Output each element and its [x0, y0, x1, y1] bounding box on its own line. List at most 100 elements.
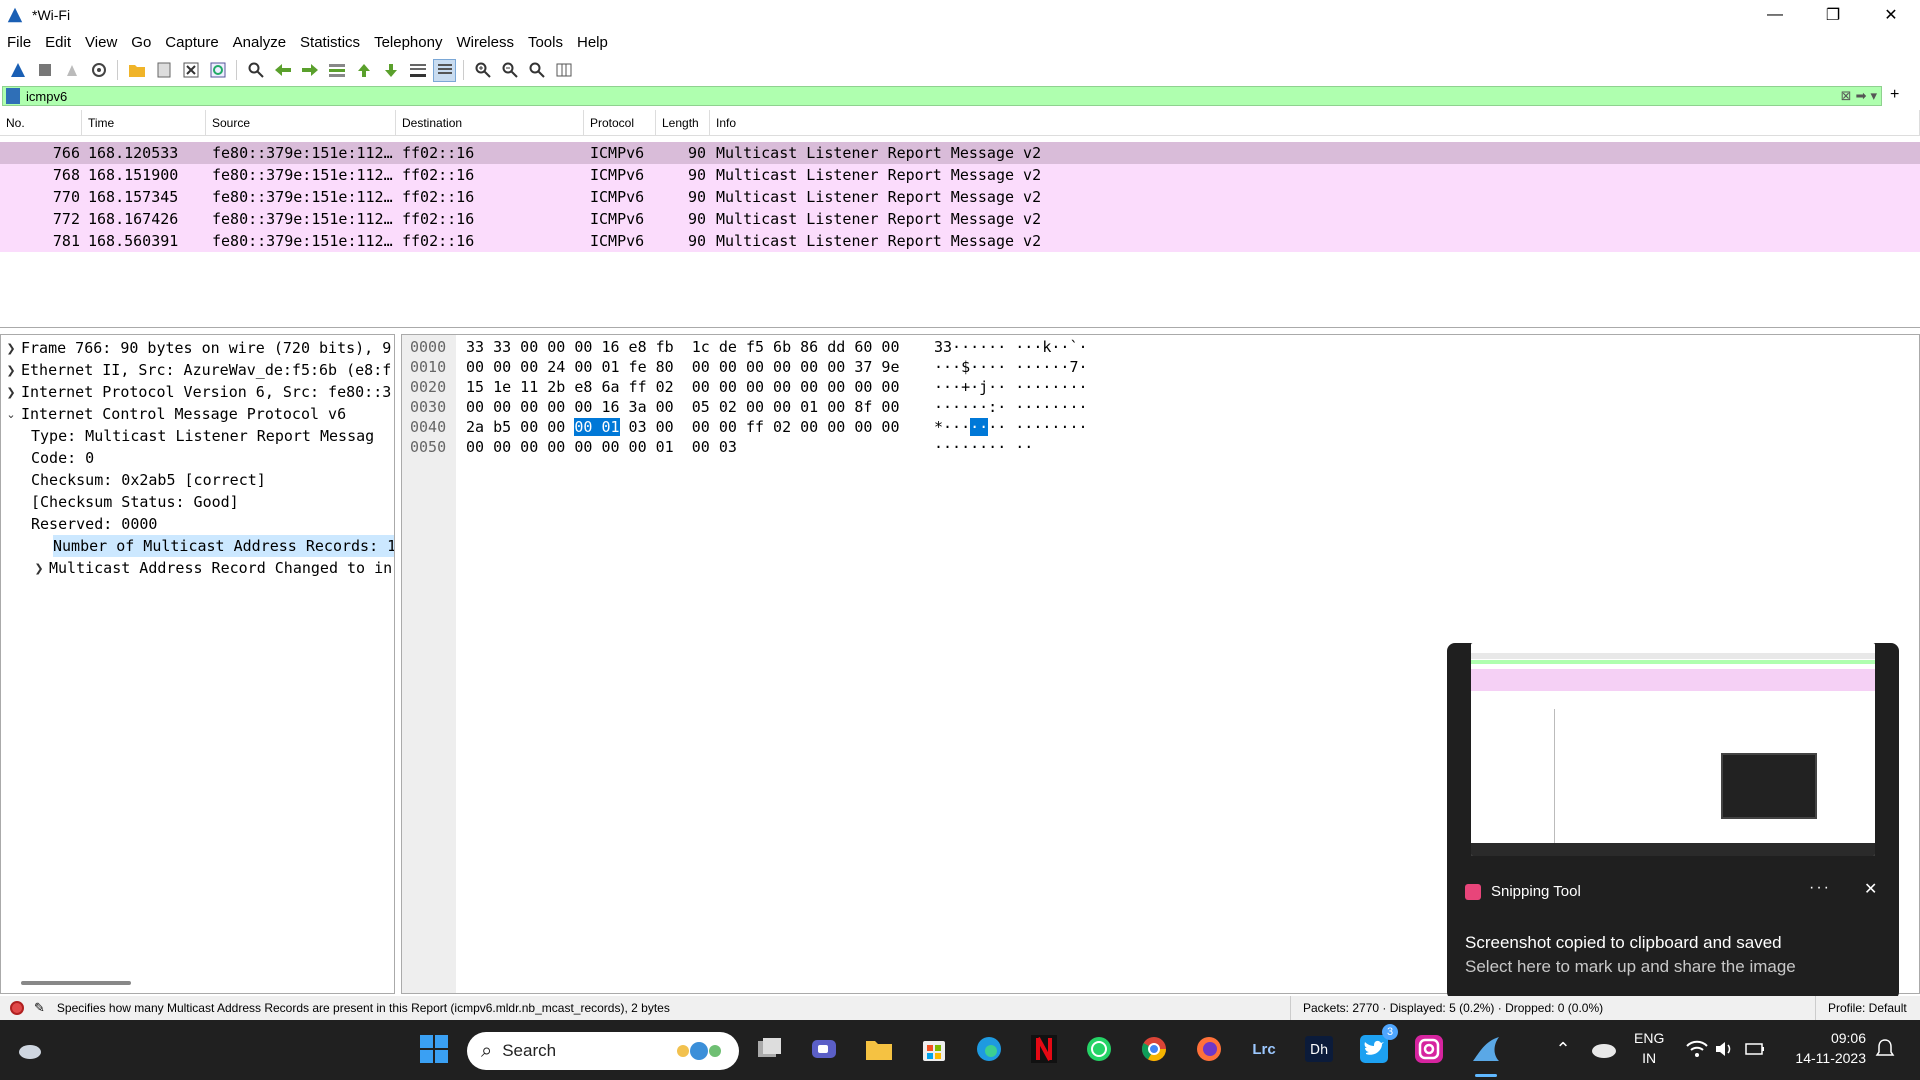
edge-browser-icon[interactable] — [972, 1032, 1006, 1066]
menu-edit[interactable]: Edit — [38, 34, 78, 51]
hex-bytes[interactable]: 00 00 00 00 00 00 00 01 00 03 — [466, 438, 926, 456]
tree-item-code[interactable]: Code: 0 — [1, 447, 394, 469]
column-time[interactable]: Time — [82, 110, 206, 135]
more-options-icon[interactable]: ··· — [1809, 879, 1831, 897]
menu-go[interactable]: Go — [124, 34, 158, 51]
column-info[interactable]: Info — [710, 110, 1920, 135]
column-destination[interactable]: Destination — [396, 110, 584, 135]
table-row[interactable]: 768 168.151900 fe80::379e:151e:112… ff02… — [0, 164, 1920, 186]
normal-size-icon[interactable] — [525, 59, 548, 82]
menu-statistics[interactable]: Statistics — [293, 34, 367, 51]
hex-bytes[interactable]: 15 1e 11 2b e8 6a ff 02 00 00 00 00 00 0… — [466, 378, 926, 396]
clear-filter-icon[interactable]: ⊠ — [1841, 88, 1852, 104]
capture-options-icon[interactable] — [87, 59, 110, 82]
screenshot-thumbnail[interactable] — [1471, 643, 1875, 856]
ascii-bytes[interactable]: ···$···· ······7· — [934, 358, 1088, 376]
first-packet-icon[interactable] — [352, 59, 375, 82]
go-back-icon[interactable] — [271, 59, 294, 82]
save-file-icon[interactable] — [152, 59, 175, 82]
display-filter-input[interactable]: icmpv6 — [26, 89, 67, 104]
hex-bytes[interactable]: 2a b5 00 00 00 01 03 00 00 00 ff 02 00 0… — [466, 418, 926, 436]
zoom-in-icon[interactable] — [471, 59, 494, 82]
menu-wireless[interactable]: Wireless — [449, 34, 521, 51]
tree-item-ethernet[interactable]: ❯ Ethernet II, Src: AzureWav_de:f5:6b (e8… — [1, 359, 394, 381]
menu-telephony[interactable]: Telephony — [367, 34, 449, 51]
chevron-right-icon[interactable]: ❯ — [1, 364, 21, 377]
hex-bytes[interactable]: 00 00 00 00 00 16 3a 00 05 02 00 00 01 0… — [466, 398, 926, 416]
menu-help[interactable]: Help — [570, 34, 615, 51]
whatsapp-icon[interactable] — [1082, 1032, 1116, 1066]
filter-dropdown-icon[interactable]: ▾ — [1870, 88, 1877, 104]
table-row[interactable]: 766 168.120533 fe80::379e:151e:112… ff02… — [0, 142, 1920, 164]
chevron-down-icon[interactable]: ⌄ — [1, 408, 21, 421]
expert-info-icon[interactable] — [10, 1001, 24, 1015]
volume-icon[interactable] — [1708, 1032, 1742, 1066]
firefox-icon[interactable] — [1192, 1032, 1226, 1066]
chevron-right-icon[interactable]: ❯ — [1, 386, 21, 399]
language-indicator[interactable]: ENG IN — [1634, 1028, 1664, 1068]
close-icon[interactable]: ✕ — [1864, 879, 1877, 899]
profile-label[interactable]: Profile: Default — [1815, 996, 1907, 1020]
restore-button[interactable]: ❐ — [1804, 0, 1862, 29]
snipping-tool-notification[interactable]: Snipping Tool ··· ✕ Screenshot copied to… — [1447, 643, 1899, 1000]
autoscroll-icon[interactable] — [406, 59, 429, 82]
menu-file[interactable]: File — [0, 34, 38, 51]
apply-filter-icon[interactable]: ➡ — [1856, 88, 1867, 104]
battery-icon[interactable] — [1738, 1032, 1772, 1066]
open-file-icon[interactable] — [125, 59, 148, 82]
ascii-bytes[interactable]: *······· ········ — [934, 418, 1088, 436]
menu-capture[interactable]: Capture — [158, 34, 225, 51]
colorize-icon[interactable] — [433, 58, 456, 82]
notifications-bell-icon[interactable] — [1868, 1032, 1902, 1066]
wireshark-taskbar-icon[interactable] — [1469, 1032, 1503, 1066]
taskbar-search[interactable]: ⌕ Search — [467, 1032, 739, 1070]
file-explorer-icon[interactable] — [862, 1032, 896, 1066]
reload-file-icon[interactable] — [206, 59, 229, 82]
tree-item-checksum-status[interactable]: [Checksum Status: Good] — [1, 491, 394, 513]
show-hidden-icons-icon[interactable]: ⌃ — [1546, 1032, 1580, 1066]
ascii-bytes[interactable]: ······:· ········ — [934, 398, 1088, 416]
tree-item-type[interactable]: Type: Multicast Listener Report Messag — [1, 425, 394, 447]
chevron-right-icon[interactable]: ❯ — [29, 562, 49, 575]
instagram-icon[interactable] — [1412, 1032, 1446, 1066]
onedrive-icon[interactable] — [1586, 1032, 1620, 1066]
find-packet-icon[interactable] — [244, 59, 267, 82]
minimize-button[interactable]: — — [1746, 0, 1804, 29]
system-clock[interactable]: 09:06 14-11-2023 — [1786, 1028, 1866, 1068]
chevron-right-icon[interactable]: ❯ — [1, 342, 21, 355]
netflix-icon[interactable] — [1027, 1032, 1061, 1066]
chrome-icon[interactable] — [1137, 1032, 1171, 1066]
close-file-icon[interactable] — [179, 59, 202, 82]
dh-app-icon[interactable]: Dh — [1302, 1032, 1336, 1066]
stop-capture-icon[interactable] — [33, 59, 56, 82]
tree-item-checksum[interactable]: Checksum: 0x2ab5 [correct] — [1, 469, 394, 491]
tree-item-ipv6[interactable]: ❯ Internet Protocol Version 6, Src: fe80:… — [1, 381, 394, 403]
menu-view[interactable]: View — [78, 34, 124, 51]
bookmark-icon[interactable] — [6, 88, 20, 104]
restart-capture-icon[interactable] — [60, 59, 83, 82]
ascii-bytes[interactable]: ···+·j·· ········ — [934, 378, 1088, 396]
lightroom-icon[interactable]: Lrc — [1247, 1032, 1281, 1066]
table-row[interactable]: 770 168.157345 fe80::379e:151e:112… ff02… — [0, 186, 1920, 208]
go-to-packet-icon[interactable] — [325, 59, 348, 82]
windows-start-icon[interactable] — [417, 1032, 451, 1066]
tree-item-icmpv6[interactable]: ⌄ Internet Control Message Protocol v6 — [1, 403, 394, 425]
table-row[interactable]: 781 168.560391 fe80::379e:151e:112… ff02… — [0, 230, 1920, 252]
weather-icon[interactable] — [12, 1032, 46, 1066]
tree-item-num-records[interactable]: Number of Multicast Address Records: 1 — [53, 535, 394, 557]
teams-chat-icon[interactable] — [807, 1032, 841, 1066]
column-no[interactable]: No. — [0, 110, 82, 135]
edit-comment-icon[interactable]: ✎ — [34, 1000, 45, 1016]
menu-analyze[interactable]: Analyze — [226, 34, 293, 51]
column-source[interactable]: Source — [206, 110, 396, 135]
ascii-bytes[interactable]: 33······ ···k··`· — [934, 338, 1088, 356]
go-forward-icon[interactable] — [298, 59, 321, 82]
tree-item-frame[interactable]: ❯ Frame 766: 90 bytes on wire (720 bits),… — [1, 337, 394, 359]
tree-item-record[interactable]: ❯ Multicast Address Record Changed to in — [1, 557, 394, 579]
add-filter-button-icon[interactable]: + — [1890, 86, 1899, 104]
menu-tools[interactable]: Tools — [521, 34, 570, 51]
hex-bytes[interactable]: 00 00 00 24 00 01 fe 80 00 00 00 00 00 0… — [466, 358, 926, 376]
table-row[interactable]: 772 168.167426 fe80::379e:151e:112… ff02… — [0, 208, 1920, 230]
horizontal-scrollbar[interactable] — [21, 981, 131, 985]
last-packet-icon[interactable] — [379, 59, 402, 82]
